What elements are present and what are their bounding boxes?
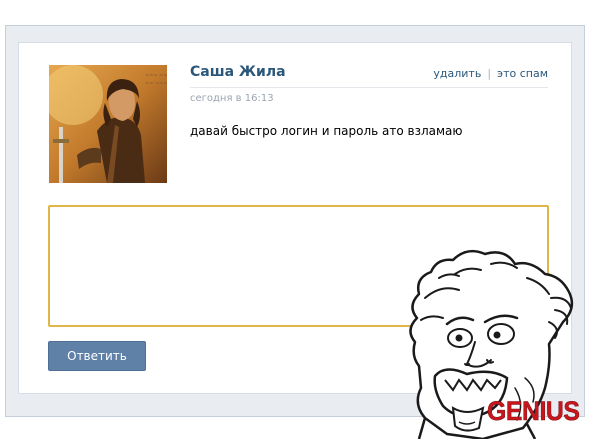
post-actions: удалить | это спам — [433, 67, 548, 80]
delete-link[interactable]: удалить — [433, 67, 481, 80]
author-avatar[interactable]: ~~~ ~~ ~~ ~~~ — [49, 65, 167, 183]
report-spam-link[interactable]: это спам — [497, 67, 548, 80]
post-timestamp: сегодня в 16:13 — [190, 93, 274, 104]
svg-text:~~ ~~~: ~~ ~~~ — [145, 81, 167, 87]
header-divider — [190, 87, 548, 88]
genius-caption: GENIUS — [487, 396, 580, 427]
author-name-link[interactable]: Саша Жила — [190, 64, 286, 80]
svg-text:~~~ ~~: ~~~ ~~ — [145, 73, 167, 79]
action-separator: | — [487, 67, 492, 80]
reply-button[interactable]: Ответить — [48, 341, 146, 371]
message-text: давай быстро логин и пароль ато взламаю — [190, 124, 463, 138]
screenshot-frame: ~~~ ~~ ~~ ~~~ Саша Жила удалить | это сп… — [0, 0, 590, 439]
